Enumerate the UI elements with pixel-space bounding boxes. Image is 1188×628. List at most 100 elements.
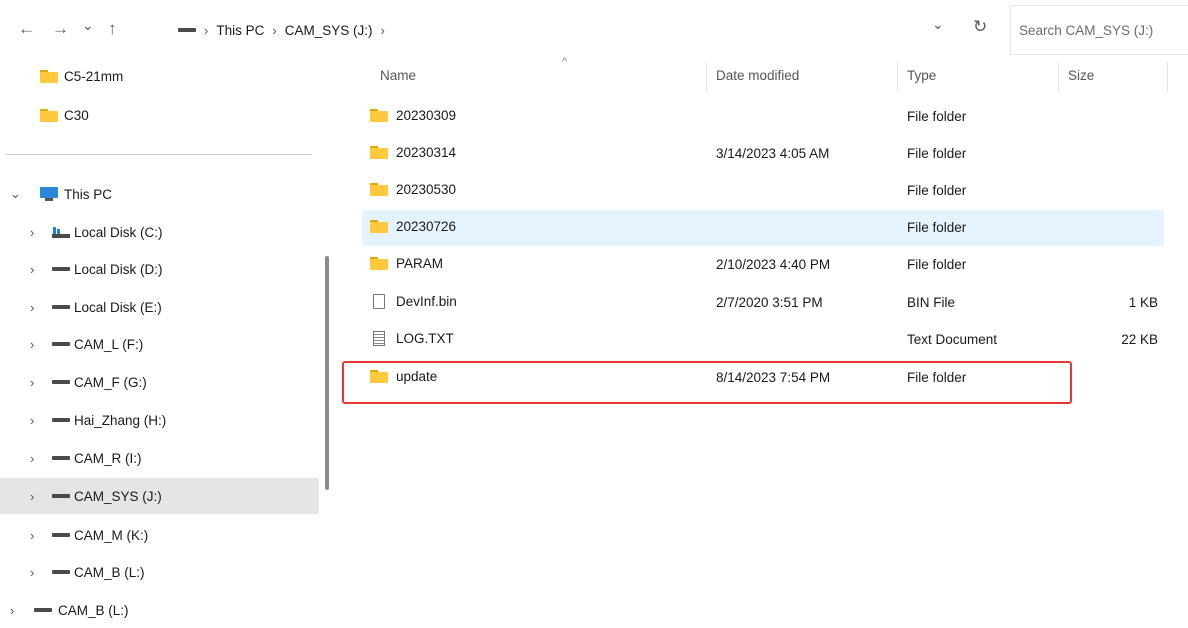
file-row-20230726[interactable]: 20230726 File folder (362, 210, 1164, 246)
nav-item-label: Local Disk (C:) (74, 224, 163, 240)
file-name: 20230530 (396, 182, 457, 197)
chevron-right-icon[interactable]: › (30, 451, 34, 466)
recent-locations-button[interactable]: ⌄ (82, 18, 94, 32)
nav-item-local-disk-d[interactable]: › Local Disk (D:) (0, 251, 319, 287)
nav-item-cam-r[interactable]: › CAM_R (I:) (0, 440, 319, 476)
chevron-right-icon[interactable]: › (30, 489, 34, 504)
nav-divider (6, 154, 312, 155)
breadcrumb-this-pc[interactable]: This PC (216, 23, 264, 38)
chevron-right-icon[interactable]: › (30, 565, 34, 580)
nav-item-label: Local Disk (D:) (74, 261, 163, 277)
nav-item-label: CAM_M (K:) (74, 527, 149, 543)
column-header-date-modified[interactable]: Date modified (716, 68, 799, 83)
breadcrumb-separator[interactable]: › (380, 23, 384, 38)
search-box[interactable]: Search CAM_SYS (J:) (1010, 5, 1188, 55)
folder-icon (370, 257, 388, 270)
nav-item-cam-f[interactable]: › CAM_F (G:) (0, 364, 319, 400)
file-type: BIN File (907, 295, 956, 310)
chevron-right-icon[interactable]: › (10, 603, 14, 618)
chevron-right-icon[interactable]: › (30, 262, 34, 277)
nav-item-label: CAM_B (L:) (74, 564, 145, 580)
nav-item-label: CAM_R (I:) (74, 450, 142, 466)
nav-item-cam-l[interactable]: › CAM_L (F:) (0, 326, 319, 362)
drive-icon (52, 380, 70, 384)
file-date: 2/10/2023 4:40 PM (716, 257, 831, 272)
column-divider[interactable] (897, 62, 898, 92)
file-size: 22 KB (1121, 332, 1158, 347)
nav-item-label: CAM_SYS (J:) (74, 488, 162, 504)
nav-item-local-disk-c[interactable]: › Local Disk (C:) (0, 214, 319, 250)
chevron-down-icon[interactable]: ⌄ (10, 186, 21, 202)
chevron-right-icon[interactable]: › (30, 375, 34, 390)
nav-item-c30[interactable]: C30 (0, 97, 319, 133)
file-name: LOG.TXT (396, 331, 454, 346)
file-name: 20230309 (396, 108, 457, 123)
nav-item-label: Hai_Zhang (H:) (74, 412, 167, 428)
file-size: 1 KB (1128, 295, 1158, 310)
refresh-button[interactable]: ↻ (973, 18, 987, 35)
file-name: DevInf.bin (396, 294, 457, 309)
breadcrumb-cam-sys[interactable]: CAM_SYS (J:) (285, 23, 373, 38)
chevron-right-icon[interactable]: › (30, 528, 34, 543)
column-header-name[interactable]: Name (380, 68, 416, 83)
nav-item-cam-b-root[interactable]: › CAM_B (L:) (0, 592, 319, 628)
drive-icon (178, 28, 196, 32)
drive-icon (52, 456, 70, 460)
drive-icon (34, 608, 52, 612)
chevron-right-icon[interactable]: › (30, 337, 34, 352)
file-type: File folder (907, 146, 967, 161)
nav-item-cam-sys[interactable]: › CAM_SYS (J:) (0, 478, 319, 514)
column-divider[interactable] (1058, 62, 1059, 92)
folder-icon (40, 108, 58, 122)
file-name: 20230314 (396, 145, 457, 160)
file-type: File folder (907, 257, 967, 272)
folder-icon (370, 183, 388, 196)
file-row-20230530[interactable]: 20230530 File folder (362, 173, 1164, 209)
nav-item-hai-zhang[interactable]: › Hai_Zhang (H:) (0, 402, 319, 438)
file-type: File folder (907, 109, 967, 124)
file-row-20230314[interactable]: 20230314 3/14/2023 4:05 AM File folder (362, 136, 1164, 172)
file-date: 3/14/2023 4:05 AM (716, 146, 830, 161)
file-name: 20230726 (396, 219, 457, 234)
breadcrumb[interactable]: › This PC › CAM_SYS (J:) › (178, 18, 948, 42)
nav-item-label: CAM_B (L:) (58, 602, 129, 618)
drive-icon (52, 494, 70, 498)
address-dropdown-button[interactable]: ⌄ (932, 17, 944, 31)
text-document-icon (373, 331, 385, 346)
highlight-box (342, 361, 1072, 404)
forward-button[interactable]: → (52, 20, 69, 37)
nav-item-cam-m[interactable]: › CAM_M (K:) (0, 517, 319, 553)
file-row-20230309[interactable]: 20230309 File folder (362, 99, 1164, 135)
nav-item-this-pc[interactable]: ⌄ This PC (0, 176, 319, 212)
up-button[interactable]: ↑ (108, 20, 117, 37)
nav-scrollbar[interactable] (325, 256, 329, 490)
windows-drive-icon (52, 226, 70, 238)
drive-icon (52, 342, 70, 346)
chevron-right-icon[interactable]: › (30, 413, 34, 428)
chevron-right-icon[interactable]: › (30, 225, 34, 240)
file-row-param[interactable]: PARAM 2/10/2023 4:40 PM File folder (362, 247, 1164, 283)
drive-icon (52, 533, 70, 537)
column-divider[interactable] (1167, 62, 1168, 92)
nav-item-c5-21mm[interactable]: C5-21mm (0, 58, 319, 94)
file-row-devinf-bin[interactable]: DevInf.bin 2/7/2020 3:51 PM BIN File 1 K… (362, 285, 1164, 321)
breadcrumb-separator: › (204, 22, 209, 38)
nav-item-cam-b[interactable]: › CAM_B (L:) (0, 554, 319, 590)
nav-item-local-disk-e[interactable]: › Local Disk (E:) (0, 289, 319, 325)
nav-item-label: CAM_F (G:) (74, 374, 147, 390)
back-button[interactable]: ← (18, 20, 35, 37)
drive-icon (52, 267, 70, 271)
nav-item-label: CAM_L (F:) (74, 336, 144, 352)
nav-item-label: Local Disk (E:) (74, 299, 162, 315)
nav-item-label: This PC (64, 186, 113, 202)
file-row-log-txt[interactable]: LOG.TXT Text Document 22 KB (362, 322, 1164, 358)
file-type: File folder (907, 220, 967, 235)
chevron-right-icon[interactable]: › (30, 300, 34, 315)
column-divider[interactable] (706, 62, 707, 92)
column-header-type[interactable]: Type (907, 68, 936, 83)
nav-item-label: C5-21mm (64, 68, 124, 84)
sort-ascending-icon: ^ (562, 56, 568, 68)
column-header-size[interactable]: Size (1068, 68, 1094, 83)
search-input[interactable]: Search CAM_SYS (J:) (1019, 23, 1153, 38)
file-type: Text Document (907, 332, 998, 347)
